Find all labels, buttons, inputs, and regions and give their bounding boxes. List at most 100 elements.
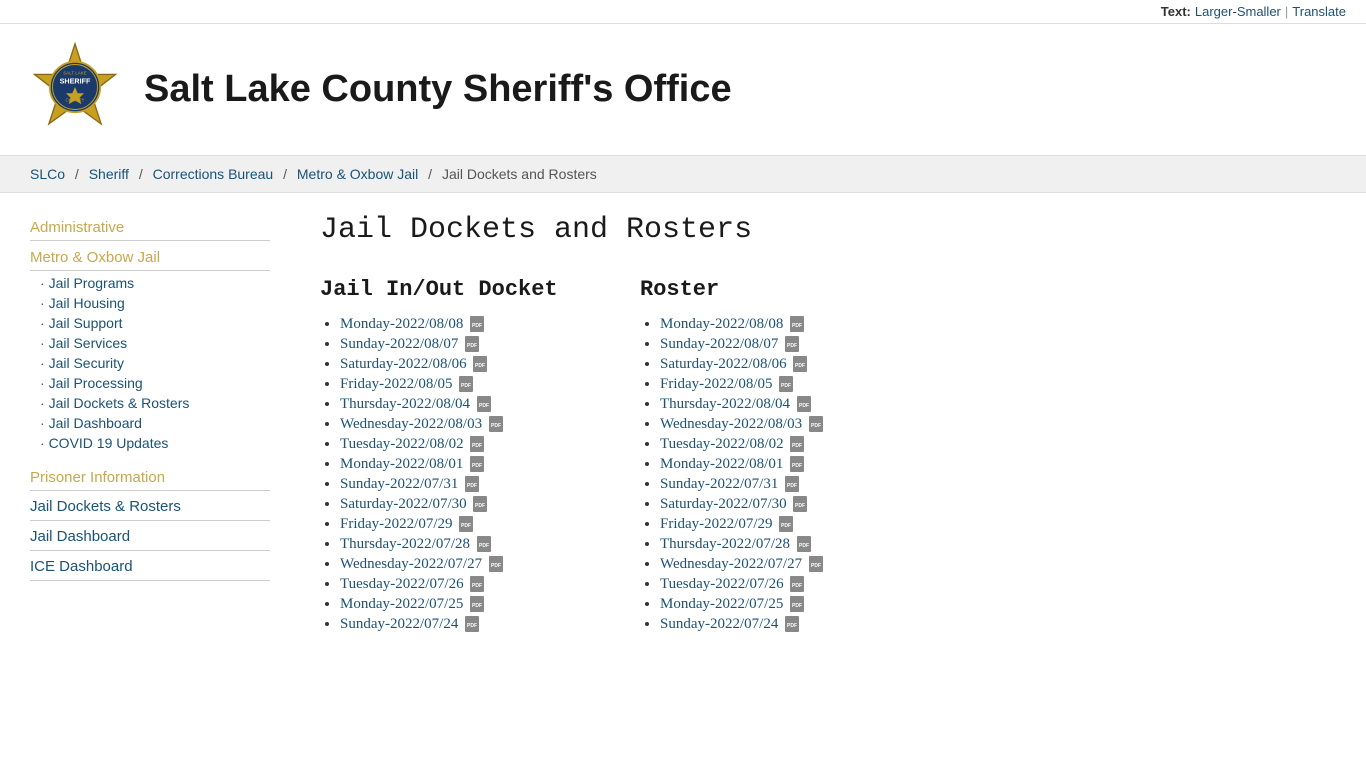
roster-link-sat-0806[interactable]: Saturday-2022/08/06 PDF [660,356,807,372]
pdf-icon: PDF [459,516,473,532]
breadcrumb-sheriff[interactable]: Sheriff [89,166,129,182]
svg-text:PDF: PDF [461,523,471,529]
breadcrumb-sep-4: / [428,166,436,182]
translate-link[interactable]: Translate [1292,4,1346,19]
svg-text:PDF: PDF [787,343,797,349]
sidebar-item-jail-dockets-rosters[interactable]: Jail Dockets & Rosters [30,493,270,521]
sidebar-item-jail-dashboard-sub[interactable]: Jail Dashboard [30,413,270,433]
list-item: Monday-2022/08/08 PDF [340,316,580,333]
sidebar-item-jail-support[interactable]: Jail Support [30,313,270,333]
list-item: Monday-2022/08/08 PDF [660,316,900,333]
docket-link-thu-0728[interactable]: Thursday-2022/07/28 PDF [340,536,491,552]
pipe-sep: | [1285,4,1288,19]
svg-text:PDF: PDF [472,463,482,469]
docket-link-tue-0802[interactable]: Tuesday-2022/08/02 PDF [340,436,484,452]
text-larger-link[interactable]: Larger [1195,4,1233,19]
breadcrumb-corrections[interactable]: Corrections Bureau [153,166,274,182]
roster-link-mon-0725[interactable]: Monday-2022/07/25 PDF [660,596,804,612]
roster-link-wed-0803[interactable]: Wednesday-2022/08/03 PDF [660,416,823,432]
breadcrumb-sep-2: / [139,166,147,182]
breadcrumb-bar: SLCo / Sheriff / Corrections Bureau / Me… [0,155,1366,193]
roster-link-fri-0729[interactable]: Friday-2022/07/29 PDF [660,516,793,532]
sidebar-item-jail-services[interactable]: Jail Services [30,333,270,353]
roster-link-sun-0724[interactable]: Sunday-2022/07/24 PDF [660,616,799,632]
svg-text:PDF: PDF [792,583,802,589]
docket-link-thu-0804[interactable]: Thursday-2022/08/04 PDF [340,396,491,412]
roster-link-thu-0804[interactable]: Thursday-2022/08/04 PDF [660,396,811,412]
page-title: Jail Dockets and Rosters [320,213,1336,247]
pdf-icon: PDF [797,396,811,412]
list-item: Monday-2022/07/25 PDF [660,596,900,613]
sidebar-item-ice-dashboard[interactable]: ICE Dashboard [30,553,270,581]
sidebar-item-jail-programs[interactable]: Jail Programs [30,273,270,293]
list-item: Sunday-2022/08/07 PDF [660,336,900,353]
docket-link-wed-0803[interactable]: Wednesday-2022/08/03 PDF [340,416,503,432]
docket-link-sat-0806[interactable]: Saturday-2022/08/06 PDF [340,356,487,372]
breadcrumb-slco[interactable]: SLCo [30,166,65,182]
list-item: Thursday-2022/08/04 PDF [660,396,900,413]
roster-link-thu-0728[interactable]: Thursday-2022/07/28 PDF [660,536,811,552]
svg-text:PDF: PDF [799,403,809,409]
svg-text:PDF: PDF [475,503,485,509]
list-item: Tuesday-2022/07/26 PDF [660,576,900,593]
roster-link-wed-0727[interactable]: Wednesday-2022/07/27 PDF [660,556,823,572]
roster-link-tue-0802[interactable]: Tuesday-2022/08/02 PDF [660,436,804,452]
docket-link-sun-0807[interactable]: Sunday-2022/08/07 PDF [340,336,479,352]
pdf-icon: PDF [779,376,793,392]
sidebar-item-jail-processing[interactable]: Jail Processing [30,373,270,393]
svg-text:PDF: PDF [811,563,821,569]
docket-link-sun-0724[interactable]: Sunday-2022/07/24 PDF [340,616,479,632]
pdf-icon: PDF [473,496,487,512]
pdf-icon: PDF [489,556,503,572]
pdf-icon: PDF [470,316,484,332]
pdf-icon: PDF [465,476,479,492]
docket-link-sun-0731[interactable]: Sunday-2022/07/31 PDF [340,476,479,492]
sidebar-item-jail-security[interactable]: Jail Security [30,353,270,373]
sidebar-item-jail-housing[interactable]: Jail Housing [30,293,270,313]
docket-link-sat-0730[interactable]: Saturday-2022/07/30 PDF [340,496,487,512]
docket-link-fri-0729[interactable]: Friday-2022/07/29 PDF [340,516,473,532]
sheriff-badge-icon: SHERIFF SALT LAKE COUNTY [30,42,120,132]
sidebar-item-jail-dockets[interactable]: Jail Dockets & Rosters [30,393,270,413]
roster-link-sat-0730[interactable]: Saturday-2022/07/30 PDF [660,496,807,512]
docket-col2-title: Roster [640,277,900,302]
docket-col-roster: Roster Monday-2022/08/08 PDF Sunday-2022… [640,277,900,636]
roster-link-tue-0726[interactable]: Tuesday-2022/07/26 PDF [660,576,804,592]
list-item: Tuesday-2022/07/26 PDF [340,576,580,593]
breadcrumb-current: Jail Dockets and Rosters [442,166,597,182]
list-item: Thursday-2022/08/04 PDF [340,396,580,413]
svg-text:PDF: PDF [781,523,791,529]
pdf-icon: PDF [470,596,484,612]
list-item: Saturday-2022/08/06 PDF [660,356,900,373]
roster-link-sun-0731[interactable]: Sunday-2022/07/31 PDF [660,476,799,492]
pdf-icon: PDF [459,376,473,392]
svg-text:PDF: PDF [472,603,482,609]
sidebar-item-jail-dashboard[interactable]: Jail Dashboard [30,523,270,551]
sidebar-section-metro[interactable]: Metro & Oxbow Jail [30,243,270,271]
docket-link-fri-0805[interactable]: Friday-2022/08/05 PDF [340,376,473,392]
docket-link-wed-0727[interactable]: Wednesday-2022/07/27 PDF [340,556,503,572]
pdf-icon: PDF [473,356,487,372]
roster-link-mon-0801[interactable]: Monday-2022/08/01 PDF [660,456,804,472]
svg-text:PDF: PDF [781,383,791,389]
svg-text:PDF: PDF [467,483,477,489]
text-smaller-link[interactable]: Smaller [1237,4,1281,19]
svg-text:PDF: PDF [787,483,797,489]
roster-list: Monday-2022/08/08 PDF Sunday-2022/08/07 … [640,316,900,633]
list-item: Friday-2022/07/29 PDF [660,516,900,533]
breadcrumb-metro[interactable]: Metro & Oxbow Jail [297,166,418,182]
svg-text:PDF: PDF [795,363,805,369]
sidebar-item-covid[interactable]: COVID 19 Updates [30,433,270,453]
docket-link-mon-0808[interactable]: Monday-2022/08/08 PDF [340,316,484,332]
svg-text:PDF: PDF [792,463,802,469]
svg-text:PDF: PDF [472,583,482,589]
roster-link-mon-0808[interactable]: Monday-2022/08/08 PDF [660,316,804,332]
docket-link-tue-0726[interactable]: Tuesday-2022/07/26 PDF [340,576,484,592]
roster-link-fri-0805[interactable]: Friday-2022/08/05 PDF [660,376,793,392]
main-container: Administrative Metro & Oxbow Jail Jail P… [0,193,1366,656]
docket-link-mon-0725[interactable]: Monday-2022/07/25 PDF [340,596,484,612]
svg-text:PDF: PDF [461,383,471,389]
roster-link-sun-0807[interactable]: Sunday-2022/08/07 PDF [660,336,799,352]
svg-text:PDF: PDF [475,363,485,369]
docket-link-mon-0801[interactable]: Monday-2022/08/01 PDF [340,456,484,472]
